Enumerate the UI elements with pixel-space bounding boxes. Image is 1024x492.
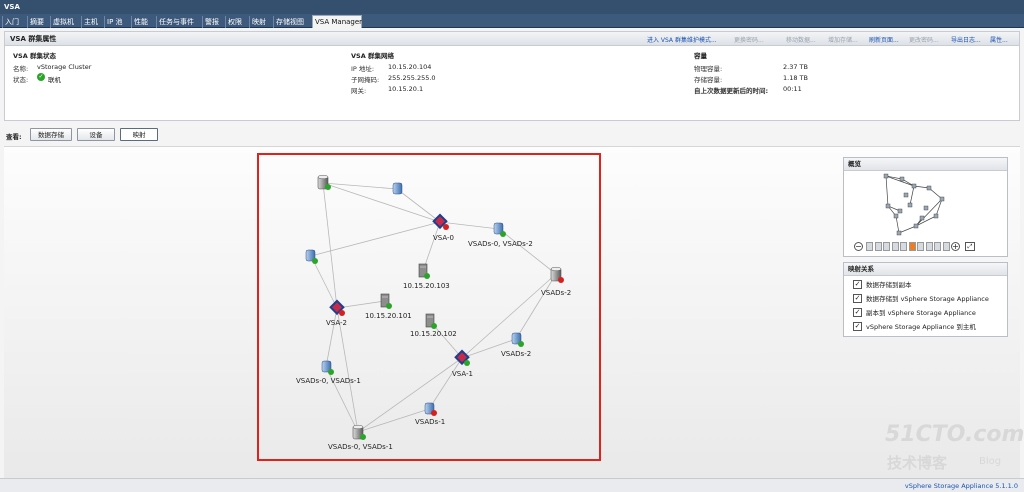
checkbox-checked-icon[interactable]: ✓ xyxy=(853,307,862,317)
zoom-out-icon[interactable]: − xyxy=(854,242,863,251)
zoom-slider-step[interactable] xyxy=(917,242,924,251)
zoom-slider[interactable] xyxy=(866,242,954,251)
mapping-item-label: 数据存储到 vSphere Storage Appliance xyxy=(866,295,989,303)
zoom-slider-step[interactable] xyxy=(942,242,950,251)
mapping-item-label: vSphere Storage Appliance 到主机 xyxy=(866,323,976,331)
checkbox-checked-icon[interactable]: ✓ xyxy=(853,293,862,303)
mapping-panel: 映射关系 ✓ 数据存储到副本 ✓ 数据存储到 vSphere Storage App… xyxy=(843,262,1008,337)
watermark-text: 51CTO.com xyxy=(885,422,1024,447)
mapping-item[interactable]: ✓ vSphere Storage Appliance 到主机 xyxy=(853,321,976,333)
overview-title: 概览 xyxy=(844,158,1007,171)
mapping-item[interactable]: ✓ 数据存储到 vSphere Storage Appliance xyxy=(853,293,989,305)
checkbox-checked-icon[interactable]: ✓ xyxy=(853,321,862,331)
watermark-text: Blog xyxy=(979,456,1002,467)
watermark: 51CTO.com 技术博客 Blog xyxy=(875,420,1024,480)
mapping-item-label: 副本到 vSphere Storage Appliance xyxy=(866,309,976,317)
zoom-slider-step[interactable] xyxy=(874,242,882,251)
version-label: vSphere Storage Appliance 5.1.1.0 xyxy=(904,482,1018,490)
zoom-slider-step[interactable] xyxy=(900,242,907,251)
status-bar: vSphere Storage Appliance 5.1.1.0 xyxy=(0,478,1024,492)
mapping-item-label: 数据存储到副本 xyxy=(866,281,912,289)
highlight-box xyxy=(257,153,601,461)
mapping-item[interactable]: ✓ 数据存储到副本 xyxy=(853,279,912,291)
overview-minimap[interactable] xyxy=(844,171,1007,241)
zoom-slider-thumb[interactable] xyxy=(908,242,916,251)
zoom-slider-step[interactable] xyxy=(925,242,933,251)
mapping-title: 映射关系 xyxy=(844,263,1007,276)
mapping-item[interactable]: ✓ 副本到 vSphere Storage Appliance xyxy=(853,307,976,319)
checkbox-checked-icon[interactable]: ✓ xyxy=(853,279,862,289)
zoom-slider-step[interactable] xyxy=(866,242,873,251)
zoom-in-icon[interactable]: + xyxy=(951,242,960,251)
zoom-slider-step[interactable] xyxy=(934,242,941,251)
overview-panel: 概览 − + ⤢ xyxy=(843,157,1008,257)
zoom-slider-step[interactable] xyxy=(883,242,890,251)
fit-to-window-icon[interactable]: ⤢ xyxy=(965,242,975,251)
watermark-text: 技术博客 xyxy=(887,454,948,472)
zoom-slider-step[interactable] xyxy=(891,242,899,251)
